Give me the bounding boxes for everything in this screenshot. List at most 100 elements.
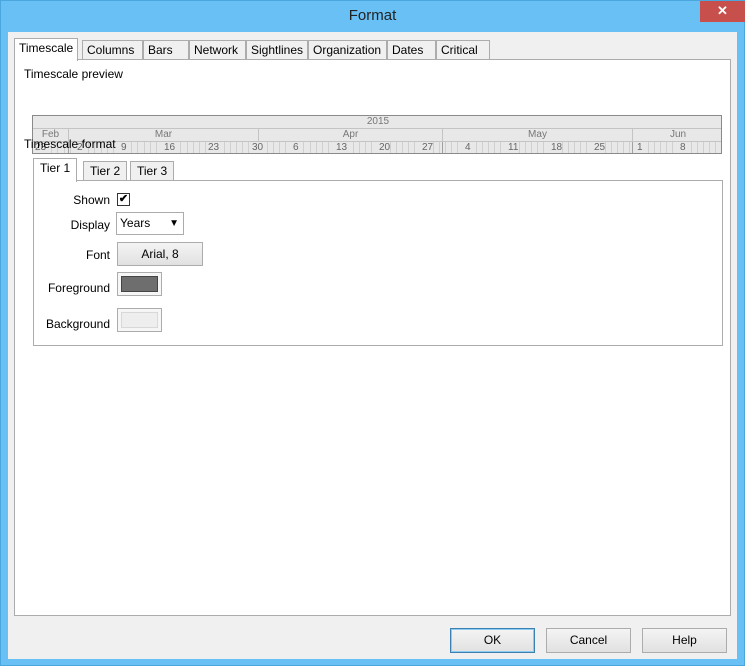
day-tick bbox=[617, 142, 618, 153]
tab-tier-1[interactable]: Tier 1 bbox=[33, 158, 78, 182]
display-label: Display bbox=[70, 218, 110, 232]
close-button[interactable]: ✕ bbox=[700, 1, 745, 22]
tier-1-panel: Shown ✔ Display Years ▼ Font Arial, 8 Fo… bbox=[33, 180, 723, 346]
day-tick bbox=[408, 142, 409, 153]
timescale-format-label: Timescale format bbox=[24, 137, 116, 151]
day-tick bbox=[703, 142, 704, 153]
month-label: Jun bbox=[632, 129, 721, 142]
day-tick bbox=[224, 142, 225, 153]
day-label: 6 bbox=[291, 142, 299, 153]
shown-checkbox[interactable]: ✔ bbox=[117, 193, 130, 206]
day-tick bbox=[242, 142, 243, 153]
day-tick bbox=[180, 142, 181, 153]
day-tick bbox=[445, 142, 446, 153]
day-tick bbox=[353, 142, 354, 153]
day-tick bbox=[697, 142, 698, 153]
day-tick bbox=[457, 142, 458, 153]
tab-network[interactable]: Network bbox=[189, 40, 246, 60]
title-bar[interactable]: Format ✕ bbox=[1, 1, 745, 32]
day-label: 23 bbox=[206, 142, 220, 153]
font-button[interactable]: Arial, 8 bbox=[117, 242, 203, 266]
day-label: 4 bbox=[463, 142, 471, 153]
day-tick bbox=[322, 142, 323, 153]
day-tick bbox=[574, 142, 575, 153]
day-tick bbox=[611, 142, 612, 153]
day-tick bbox=[537, 142, 538, 153]
year-label: 2015 bbox=[366, 116, 390, 127]
foreground-swatch bbox=[121, 276, 158, 292]
display-value: Years bbox=[120, 216, 151, 230]
day-tick bbox=[402, 142, 403, 153]
timescale-year-row: 2015 bbox=[33, 116, 721, 129]
day-label: 30 bbox=[250, 142, 264, 153]
day-tick bbox=[451, 142, 452, 153]
day-tick bbox=[144, 142, 145, 153]
month-separator bbox=[632, 142, 633, 153]
day-tick bbox=[396, 142, 397, 153]
day-tick bbox=[365, 142, 366, 153]
day-tick bbox=[414, 142, 415, 153]
day-tick bbox=[476, 142, 477, 153]
day-tick bbox=[660, 142, 661, 153]
day-label: 16 bbox=[162, 142, 176, 153]
day-tick bbox=[629, 142, 630, 153]
day-tick bbox=[279, 142, 280, 153]
day-tick bbox=[328, 142, 329, 153]
day-tick bbox=[285, 142, 286, 153]
cancel-button[interactable]: Cancel bbox=[546, 628, 631, 653]
tab-columns[interactable]: Columns bbox=[82, 40, 143, 60]
tab-tier-3[interactable]: Tier 3 bbox=[130, 161, 175, 181]
day-label: 9 bbox=[119, 142, 127, 153]
display-select[interactable]: Years ▼ bbox=[116, 212, 184, 235]
day-tick bbox=[691, 142, 692, 153]
day-label: 18 bbox=[549, 142, 563, 153]
day-tick bbox=[482, 142, 483, 153]
day-tick bbox=[156, 142, 157, 153]
day-tick bbox=[623, 142, 624, 153]
day-tick bbox=[230, 142, 231, 153]
ok-button[interactable]: OK bbox=[450, 628, 535, 653]
tab-bars[interactable]: Bars bbox=[143, 40, 189, 60]
day-tick bbox=[236, 142, 237, 153]
day-tick bbox=[562, 142, 563, 153]
day-tick bbox=[390, 142, 391, 153]
day-tick bbox=[267, 142, 268, 153]
tab-sightlines[interactable]: Sightlines bbox=[246, 40, 308, 60]
day-tick bbox=[715, 142, 716, 153]
day-tick bbox=[137, 142, 138, 153]
day-tick bbox=[580, 142, 581, 153]
day-tick bbox=[310, 142, 311, 153]
day-tick bbox=[666, 142, 667, 153]
chevron-down-icon: ▼ bbox=[169, 218, 179, 229]
tab-critical[interactable]: Critical bbox=[436, 40, 490, 60]
day-tick bbox=[494, 142, 495, 153]
day-tick bbox=[150, 142, 151, 153]
day-tick bbox=[273, 142, 274, 153]
help-button[interactable]: Help bbox=[642, 628, 727, 653]
foreground-label: Foreground bbox=[47, 281, 110, 295]
day-label: 20 bbox=[377, 142, 391, 153]
day-tick bbox=[359, 142, 360, 153]
timescale-day-row: 23 2 9 16 23 30 6 13 20 27 4 11 18 25 1 … bbox=[33, 142, 721, 153]
tab-timescale[interactable]: Timescale bbox=[14, 38, 79, 61]
tab-tier-2[interactable]: Tier 2 bbox=[83, 161, 128, 181]
day-tick bbox=[605, 142, 606, 153]
timescale-preview: 2015 Feb Mar Apr May Jun 23 2 9 16 23 30… bbox=[32, 115, 722, 154]
day-label: 27 bbox=[420, 142, 434, 153]
tab-organization[interactable]: Organization bbox=[308, 40, 387, 60]
day-tick bbox=[568, 142, 569, 153]
shown-label: Shown bbox=[73, 193, 110, 207]
day-tick bbox=[193, 142, 194, 153]
day-tick bbox=[525, 142, 526, 153]
day-tick bbox=[187, 142, 188, 153]
month-label: Apr bbox=[258, 129, 442, 142]
background-color-button[interactable] bbox=[117, 308, 162, 332]
day-tick bbox=[248, 142, 249, 153]
tab-dates[interactable]: Dates bbox=[387, 40, 436, 60]
day-tick bbox=[543, 142, 544, 153]
day-label: 13 bbox=[334, 142, 348, 153]
timescale-preview-label: Timescale preview bbox=[24, 67, 123, 81]
font-label: Font bbox=[85, 248, 110, 262]
day-tick bbox=[131, 142, 132, 153]
foreground-color-button[interactable] bbox=[117, 272, 162, 296]
